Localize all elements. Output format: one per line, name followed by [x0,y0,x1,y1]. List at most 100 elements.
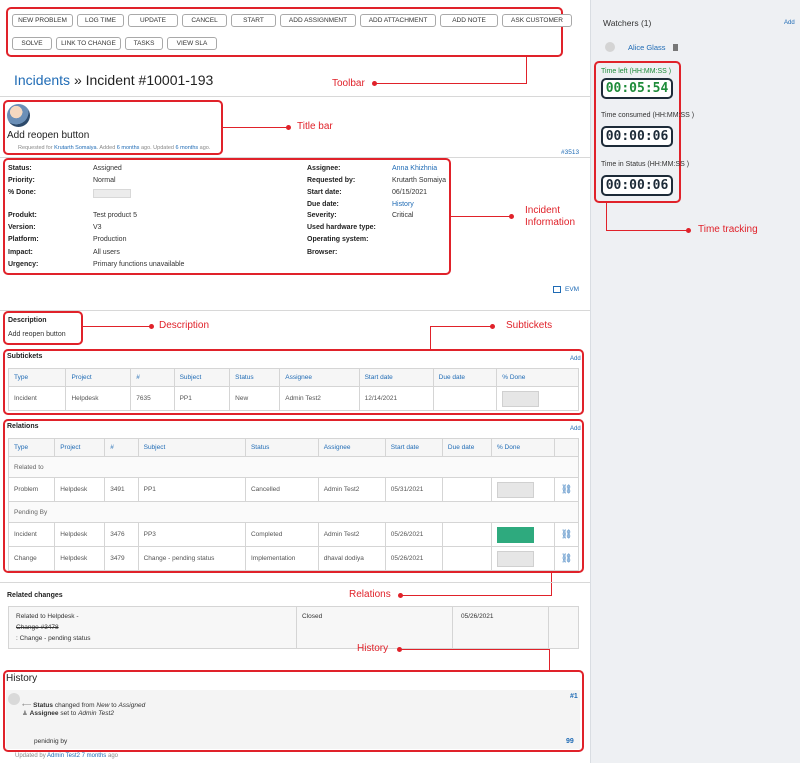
cell-project: Helpdesk [54,477,106,502]
toolbar-button-solve[interactable]: SOLVE [12,37,52,50]
column-header[interactable]: Assignee [279,368,360,387]
column-header[interactable]: Start date [385,438,443,457]
watcher-avatar [605,42,615,52]
subtickets-annotation-dot [490,324,495,329]
toolbar-button-link-to-change[interactable]: LINK TO CHANGE [56,37,121,50]
info-value: Assigned [93,165,122,172]
issue-ref-link[interactable]: #3513 [561,149,579,156]
toolbar-button-ask-customer[interactable]: ASK CUSTOMER [502,14,572,27]
breadcrumb-incidents-link[interactable]: Incidents [14,72,70,88]
time-annotation-dot [686,228,691,233]
cell-due [442,522,492,547]
toolbar-button-add-assignment[interactable]: ADD ASSIGNMENT [280,14,356,27]
history-annotation-dot [397,647,402,652]
column-header[interactable]: Subject [174,368,231,387]
time-tracking-annotation: Time tracking [698,224,758,235]
cell-assignee: Admin Test2 [279,386,360,411]
cell-subject[interactable]: Change - pending status [138,546,246,571]
column-header[interactable]: Due date [433,368,498,387]
unlink-icon[interactable]: ⛓ [561,529,572,539]
info-value: Normal [93,177,116,184]
column-header[interactable]: # [130,368,175,387]
requester-link[interactable]: Krutarth Somaiya [54,145,97,151]
related-changes-line1: Related to Helpdesk - [16,613,79,620]
info-value-link[interactable]: Anna Khizhnia [392,165,437,172]
cell-id[interactable]: 3476 [104,522,139,547]
related-change-link[interactable]: Change #3478 [16,624,59,631]
relations-add-link[interactable]: Add [570,426,581,432]
toolbar-button-log-time[interactable]: LOG TIME [77,14,124,27]
relations-annotation-line-v [551,573,552,595]
toolbar-button-start[interactable]: START [231,14,276,27]
column-header[interactable]: Due date [442,438,492,457]
cell-id[interactable]: 7635 [130,386,175,411]
info-label: Version: [8,224,36,231]
updated-time-link[interactable]: 6 months [176,145,199,151]
toolbar-button-add-note[interactable]: ADD NOTE [440,14,498,27]
toolbar-button-update[interactable]: UPDATE [128,14,178,27]
chart-icon [553,286,561,293]
column-header[interactable]: Status [245,438,319,457]
watcher-name-link[interactable]: Alice Glass [628,43,666,52]
column-header[interactable]: % Done [496,368,579,387]
progress-bar [502,390,540,407]
column-header[interactable]: % Done [491,438,556,457]
toolbar-annotation-dot [372,81,377,86]
unlink-icon[interactable]: ⛓ [561,553,572,563]
unlink-icon[interactable]: ⛓ [561,484,572,494]
cell-id[interactable]: 3479 [104,546,139,571]
title-annotation-dot [286,125,291,130]
time-in-status-label: Time in Status (HH:MM:SS ) [601,161,690,168]
subtickets-annotation-line-v [430,326,431,349]
time-left-label: Time left (HH:MM:SS ) [601,68,672,75]
toolbar-button-view-sla[interactable]: VIEW SLA [167,37,217,50]
cell-subject[interactable]: PP3 [138,522,246,547]
cell-assignee: dhaval dodiya [318,546,386,571]
cell-type: Change [8,546,56,571]
cell-start: 05/31/2021 [385,477,443,502]
cell-due [433,386,498,411]
toolbar-button-tasks[interactable]: TASKS [125,37,163,50]
progress-bar [496,550,534,567]
column-header[interactable]: Status [229,368,281,387]
relation-group-label: Related to [8,456,579,478]
info-value-link[interactable]: History [392,201,414,208]
cell-assignee: Admin Test2 [318,522,386,547]
column-header[interactable]: Type [8,438,56,457]
cell-subject[interactable]: PP1 [138,477,246,502]
evm-link[interactable]: EVM [553,286,579,293]
added-time-link[interactable]: 6 months [117,145,140,151]
toolbar-button-cancel[interactable]: CANCEL [182,14,227,27]
column-header[interactable]: Project [54,438,106,457]
info-value: Test product 5 [93,212,137,219]
history-annotation-line-v [549,649,550,670]
table-header-row: Type Project # Subject Status Assignee Start d… [8,438,579,457]
toolbar-button-add-attachment[interactable]: ADD ATTACHMENT [360,14,436,27]
cell-subject[interactable]: PP1 [174,386,231,411]
time-left-value: 00:05:54 [601,78,673,99]
cell-actions: ⛓ [554,522,579,547]
column-header[interactable]: Start date [359,368,434,387]
cell-done [496,386,579,411]
column-header[interactable]: Subject [138,438,246,457]
main-content: NEW PROBLEM LOG TIME UPDATE CANCEL START ADD … [0,0,590,763]
column-header[interactable]: Project [65,368,132,387]
cell-type: Incident [8,386,67,411]
related-changes-line3: : Change - pending status [16,635,91,642]
column-header[interactable]: # [104,438,139,457]
column-header[interactable]: Type [8,368,67,387]
history-time-link[interactable]: 7 months [82,753,107,759]
description-annotation-dot [149,324,154,329]
avatar [7,104,30,127]
delete-icon[interactable] [673,44,678,51]
history-user-link[interactable]: Admin Test2 [47,753,80,759]
cell-id[interactable]: 3491 [104,477,139,502]
info-value: Production [93,236,127,243]
history-entry-number-link[interactable]: #1 [570,693,578,700]
watchers-add-link[interactable]: Add [784,20,795,26]
toolbar-button-new-problem[interactable]: NEW PROBLEM [12,14,73,27]
quote-icon[interactable]: 99 [566,738,574,745]
cell-done [491,522,556,547]
column-header[interactable]: Assignee [318,438,386,457]
subtickets-add-link[interactable]: Add [570,356,581,362]
